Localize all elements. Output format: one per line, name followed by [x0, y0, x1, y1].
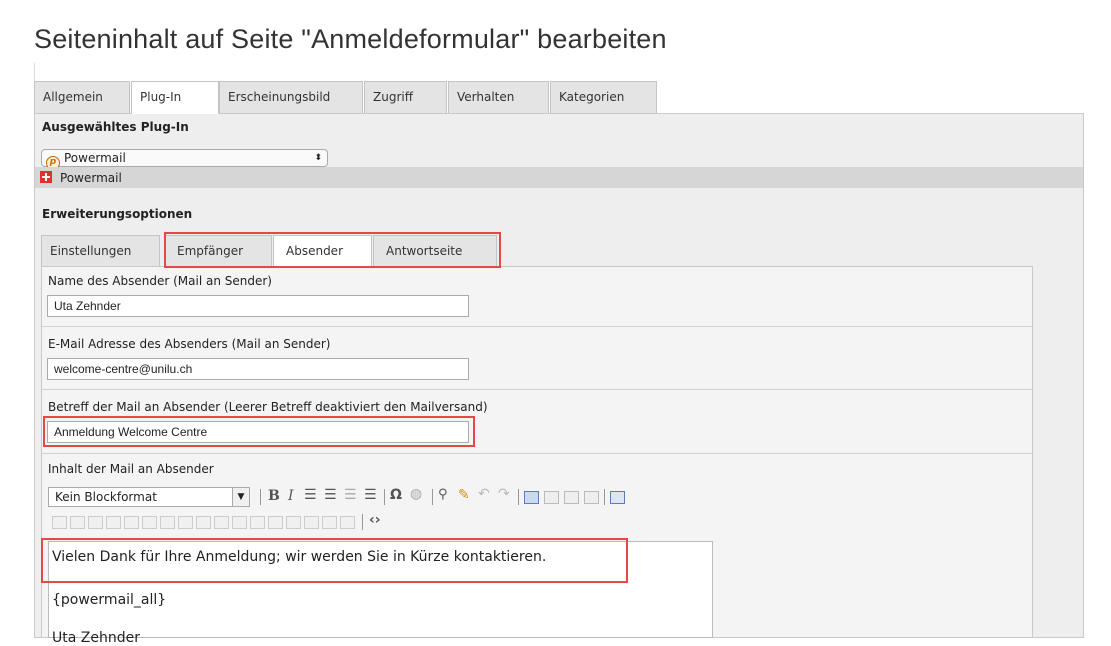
outdent-icon[interactable]: ☰ [344, 487, 357, 503]
page-title: Seiteninhalt auf Seite "Anmeldeformular"… [34, 24, 667, 54]
highlight-body-box [41, 538, 628, 583]
plugin-select[interactable]: p Powermail ⬍ [41, 149, 328, 170]
plugin-expand-icon[interactable] [40, 171, 52, 183]
italic-icon[interactable]: I [288, 488, 294, 504]
table-tool-icon[interactable] [340, 516, 355, 529]
redo-icon[interactable]: ↷ [498, 486, 510, 502]
toolbar-separator [432, 489, 433, 505]
sender-email-label: E-Mail Adresse des Absenders (Mail an Se… [48, 337, 331, 351]
table-tool-icon[interactable] [322, 516, 337, 529]
tab-kategorien[interactable]: Kategorien [550, 81, 657, 114]
table-props-icon[interactable] [544, 491, 559, 504]
toolbar-separator [362, 514, 363, 530]
table-tool-icon[interactable] [196, 516, 211, 529]
bold-icon[interactable]: B [268, 488, 280, 504]
editor-line: Uta Zehnder [52, 630, 140, 646]
tab-verhalten[interactable]: Verhalten [448, 81, 549, 114]
table-row-icon[interactable] [564, 491, 579, 504]
table-tool-icon[interactable] [268, 516, 283, 529]
undo-icon[interactable]: ↶ [478, 486, 490, 502]
table-tool-icon[interactable] [142, 516, 157, 529]
block-format-select[interactable]: Kein Blockformat ▼ [48, 487, 250, 507]
indent-icon[interactable]: ☰ [364, 487, 377, 503]
section-divider [42, 326, 1032, 327]
table-tool-icon[interactable] [178, 516, 193, 529]
plugin-heading: Ausgewähltes Plug-In [42, 120, 189, 134]
table-tool-icon[interactable] [304, 516, 319, 529]
plugin-bar [35, 167, 1083, 188]
unordered-list-icon[interactable]: ☰ [324, 487, 337, 503]
table-tool-icon[interactable] [106, 516, 121, 529]
special-char-icon[interactable]: Ω [390, 487, 402, 503]
tab-zugriff[interactable]: Zugriff [364, 81, 447, 114]
ordered-list-icon[interactable]: ☰ [304, 487, 317, 503]
tab-erscheinungsbild[interactable]: Erscheinungsbild [219, 81, 363, 114]
plugin-bar-label: Powermail [60, 171, 122, 185]
table-tool-icon[interactable] [286, 516, 301, 529]
table-tool-icon[interactable] [88, 516, 103, 529]
body-label: Inhalt der Mail an Absender [48, 462, 214, 476]
select-arrows-icon: ⬍ [314, 153, 322, 163]
table-insert-icon[interactable] [524, 491, 539, 504]
extension-options-heading: Erweiterungsoptionen [42, 207, 193, 221]
table-cell-icon[interactable] [584, 491, 599, 504]
table-tool-icon[interactable] [160, 516, 175, 529]
block-format-value: Kein Blockformat [55, 490, 157, 504]
table-tool-icon[interactable] [214, 516, 229, 529]
toolbar-separator [384, 489, 385, 505]
link-icon[interactable]: ◍ [410, 486, 422, 502]
tab-allgemein[interactable]: Allgemein [34, 81, 130, 114]
highlight-tabs-box [164, 232, 501, 268]
table-tool-icon[interactable] [70, 516, 85, 529]
sender-name-label: Name des Absender (Mail an Sender) [48, 274, 272, 288]
find-replace-icon[interactable]: ⚲ [438, 487, 448, 502]
section-divider [42, 453, 1032, 454]
table-tool-icon[interactable] [52, 516, 67, 529]
highlight-subject-box [43, 416, 475, 447]
chevron-down-icon: ▼ [232, 488, 249, 506]
editor-line: {powermail_all} [52, 592, 167, 608]
table-tool-icon[interactable] [124, 516, 139, 529]
plugin-select-value: Powermail [64, 151, 126, 165]
toolbar-separator [604, 489, 605, 505]
source-code-icon[interactable]: ‹› [369, 512, 381, 528]
tab-einstellungen[interactable]: Einstellungen [41, 235, 160, 267]
toolbar-separator [518, 489, 519, 505]
tab-plug-in[interactable]: Plug-In [131, 81, 219, 114]
table-toggle-icon[interactable] [610, 491, 625, 504]
section-divider [42, 389, 1032, 390]
toolbar-separator [260, 489, 261, 505]
sender-name-input[interactable] [47, 295, 469, 317]
subject-label: Betreff der Mail an Absender (Leerer Bet… [48, 400, 488, 414]
sender-email-input[interactable] [47, 358, 469, 380]
table-tool-icon[interactable] [250, 516, 265, 529]
clean-format-icon[interactable]: ✎ [458, 487, 470, 503]
table-tool-icon[interactable] [232, 516, 247, 529]
